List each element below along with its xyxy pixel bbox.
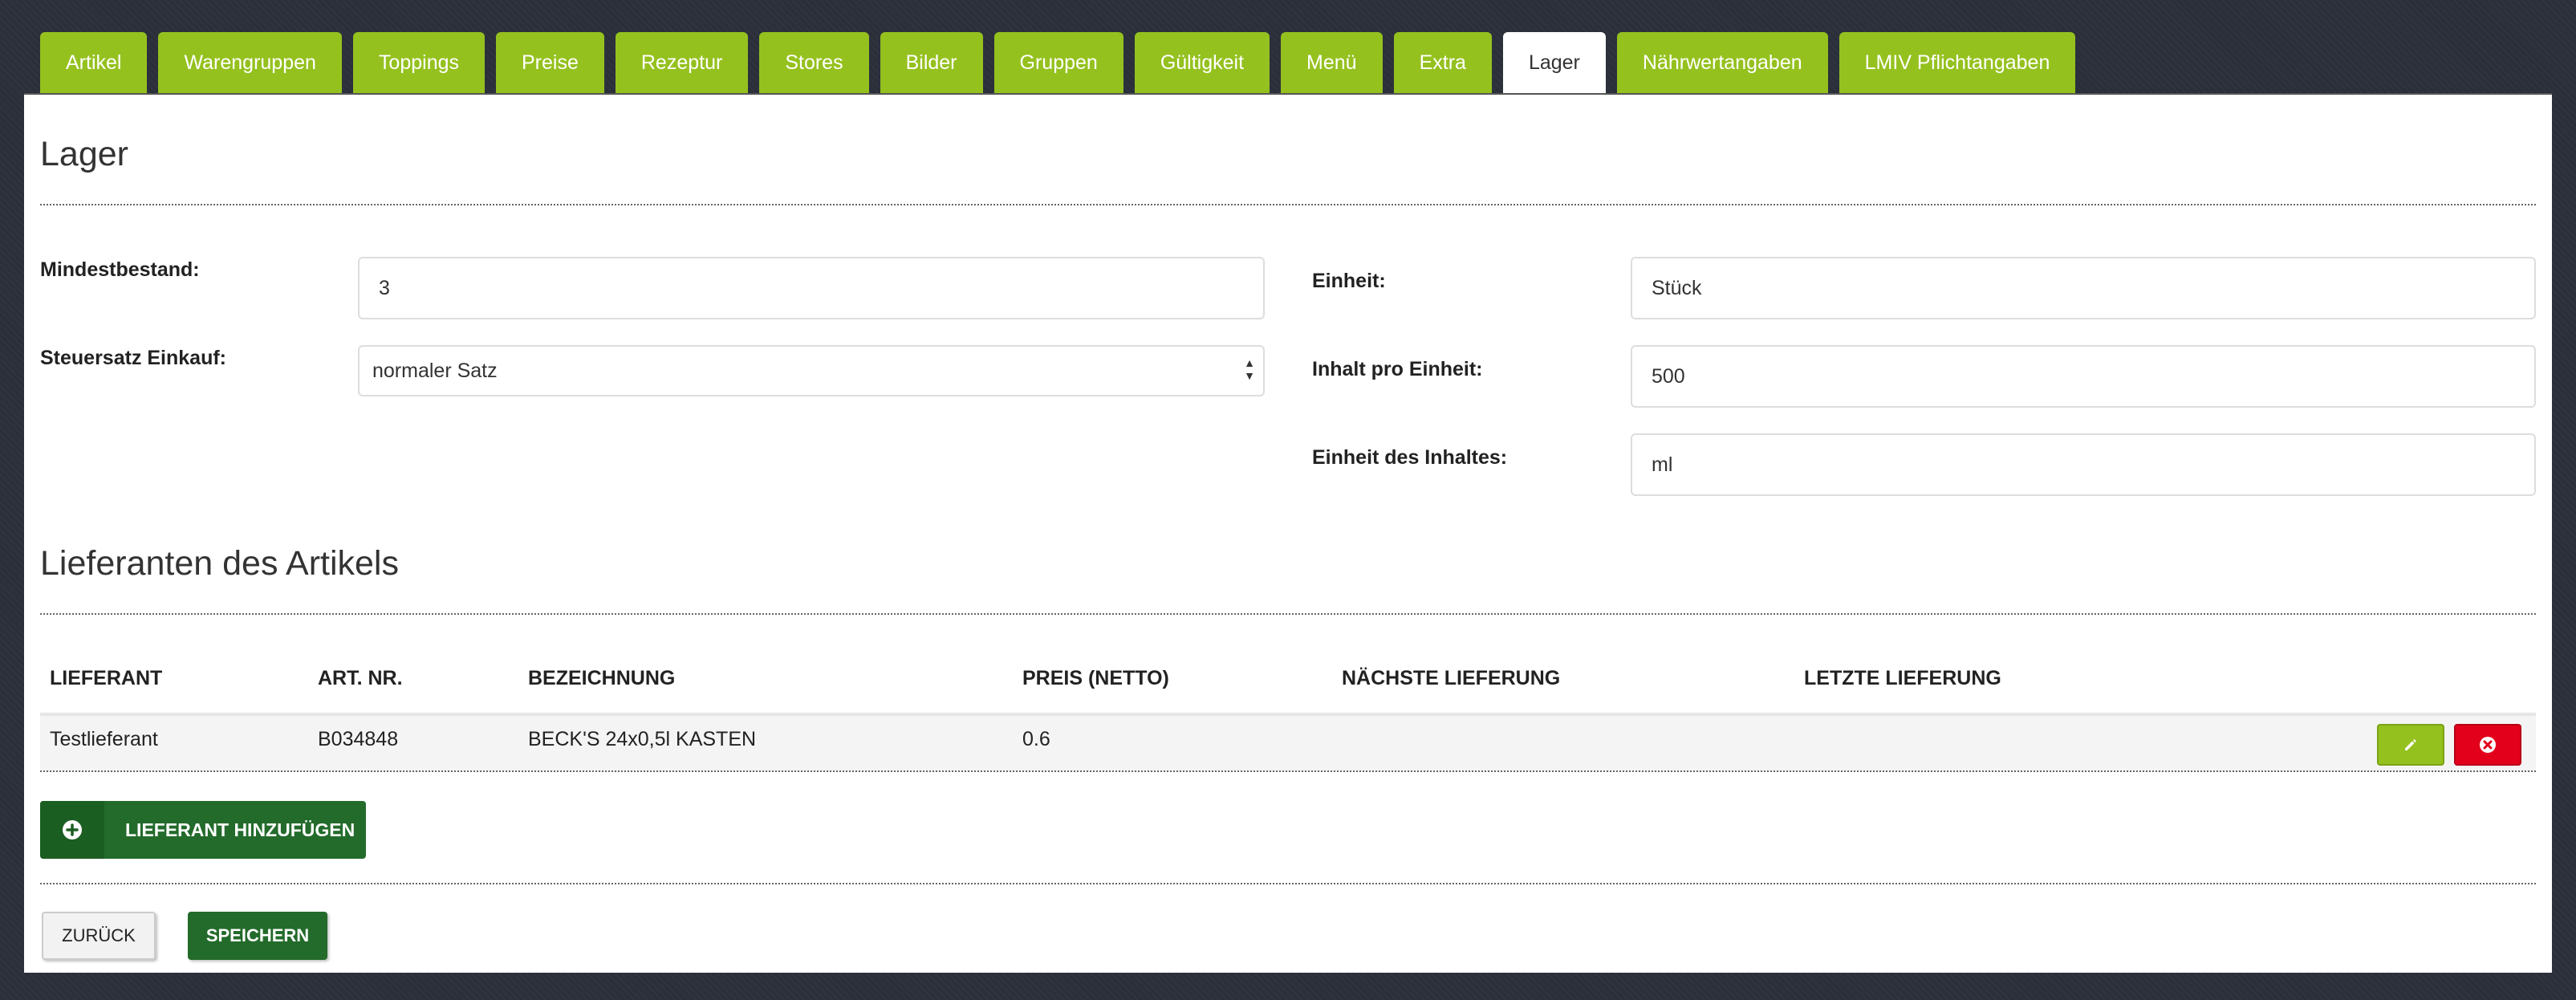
select-caret-icon: ▲ ▼ (1244, 356, 1255, 382)
einheit-input[interactable]: Stück (1631, 257, 2536, 319)
table-row: Testlieferant B034848 BECK'S 24x0,5l KAS… (40, 713, 2536, 772)
tab-lager[interactable]: Lager (1502, 32, 1606, 93)
back-button[interactable]: Zurück (42, 912, 156, 960)
tab-extra[interactable]: Extra (1393, 32, 1492, 93)
cell-art-nr: B034848 (318, 728, 399, 750)
einheit-label: Einheit: (1312, 270, 1386, 292)
col-naechste-lieferung: Nächste Lieferung (1342, 667, 1561, 689)
lager-title: Lager (40, 135, 128, 173)
tab-naehrwertangaben[interactable]: Nährwertangaben (1616, 32, 1828, 93)
einheit-inhalt-label: Einheit des Inhaltes: (1312, 446, 1508, 469)
tab-rezeptur[interactable]: Rezeptur (615, 32, 749, 93)
edit-button[interactable] (2377, 724, 2444, 766)
save-button[interactable]: Speichern (188, 912, 327, 960)
add-lieferant-label: Lieferant hinzufügen (125, 819, 356, 840)
plus-circle-icon (40, 801, 104, 859)
tab-lmiv-pflichtangaben[interactable]: LMIV Pflichtangaben (1839, 32, 2076, 93)
tab-gruppen[interactable]: Gruppen (993, 32, 1123, 93)
tab-bilder[interactable]: Bilder (880, 32, 983, 93)
col-lieferant: Lieferant (50, 667, 163, 689)
tab-menue[interactable]: Menü (1281, 32, 1383, 93)
inhalt-input[interactable]: 500 (1631, 345, 2536, 408)
steuersatz-value: normaler Satz (372, 360, 498, 382)
mindestbestand-input[interactable]: 3 (358, 257, 1265, 319)
delete-button[interactable] (2454, 724, 2521, 766)
divider (40, 613, 2536, 615)
divider (40, 770, 2536, 772)
steuersatz-select[interactable]: normaler Satz ▲ ▼ (358, 345, 1265, 396)
col-letzte-lieferung: Letzte Lieferung (1804, 667, 2001, 689)
cell-preis: 0.6 (1022, 728, 1050, 750)
col-art-nr: Art. Nr. (318, 667, 403, 689)
einheit-inhalt-input[interactable]: ml (1631, 433, 2536, 496)
tab-bar: Artikel Warengruppen Toppings Preise Rez… (40, 32, 2076, 93)
lieferanten-title: Lieferanten des Artikels (40, 544, 399, 583)
tab-toppings[interactable]: Toppings (352, 32, 485, 93)
pencil-icon (2405, 739, 2416, 750)
tab-stores[interactable]: Stores (759, 32, 869, 93)
cell-lieferant: Testlieferant (50, 728, 158, 750)
inhalt-label: Inhalt pro Einheit: (1312, 358, 1483, 380)
divider (40, 204, 2536, 205)
steuersatz-label: Steuersatz Einkauf: (40, 347, 227, 369)
col-preis: Preis (Netto) (1022, 667, 1169, 689)
close-circle-icon (2480, 737, 2496, 753)
tab-warengruppen[interactable]: Warengruppen (158, 32, 342, 93)
divider (40, 883, 2536, 884)
cell-bezeichnung: BECK'S 24x0,5l KASTEN (528, 728, 757, 750)
tab-artikel[interactable]: Artikel (40, 32, 148, 93)
tab-gueltigkeit[interactable]: Gültigkeit (1134, 32, 1270, 93)
mindestbestand-label: Mindestbestand: (40, 258, 200, 281)
table-header: Lieferant Art. Nr. Bezeichnung Preis (Ne… (40, 644, 2536, 713)
col-bezeichnung: Bezeichnung (528, 667, 676, 689)
tab-preise[interactable]: Preise (496, 32, 604, 93)
main-panel: Lager Mindestbestand: 3 Steuersatz Einka… (24, 93, 2552, 973)
add-lieferant-button[interactable]: Lieferant hinzufügen (40, 801, 366, 859)
